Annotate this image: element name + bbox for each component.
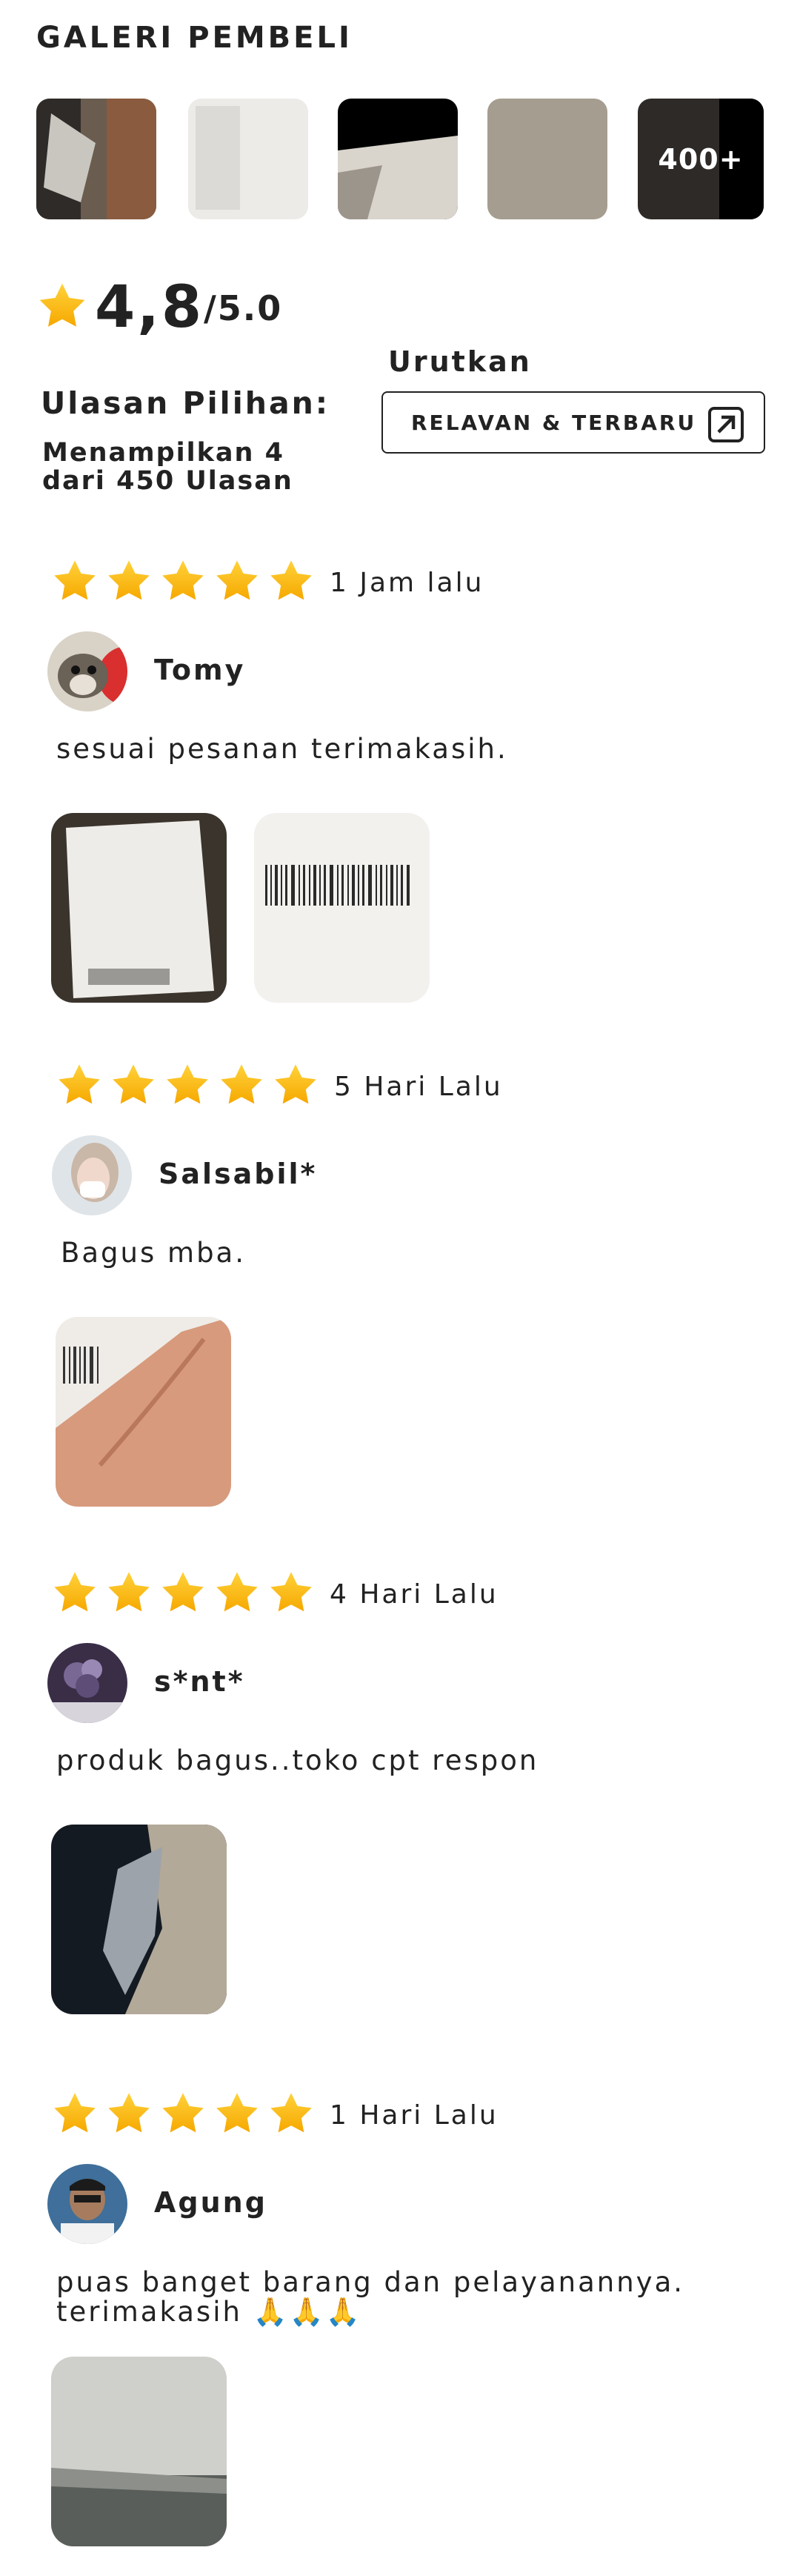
star-icon [267,557,315,605]
review-stars [51,1569,315,1616]
review-stars [51,557,315,605]
buyer-gallery: 400+ [36,99,764,219]
reviewer-name: Tomy [154,654,246,686]
gallery-photo[interactable] [188,99,308,219]
sort-button-label: RELAVAN & TERBARU [411,411,697,435]
review-photo[interactable] [254,813,430,1003]
review-time: 4 Hari Lalu [330,1579,499,1610]
avatar[interactable] [52,1135,132,1215]
star-icon [267,2090,315,2137]
sort-label: Urutkan [388,345,532,378]
star-icon [51,557,99,605]
star-icon [213,2090,261,2137]
gallery-more-label: 400+ [658,142,744,176]
review-time: 1 Hari Lalu [330,2100,499,2131]
avatar[interactable] [47,631,127,711]
gallery-photo[interactable] [487,99,607,219]
average-rating: 4,8 [95,274,204,341]
star-icon [39,283,85,327]
star-icon [272,1061,319,1109]
avatar[interactable] [47,2164,127,2244]
review-text: sesuai pesanan terimakasih. [56,733,508,765]
star-icon [51,2090,99,2137]
star-icon [267,1569,315,1616]
star-icon [51,1569,99,1616]
review-count-text: Menampilkan 4 dari 450 Ulasan [42,438,293,496]
review-time: 1 Jam lalu [330,568,484,598]
gallery-photo[interactable] [36,99,156,219]
gallery-more[interactable]: 400+ [638,99,764,219]
star-icon [110,1061,157,1109]
star-icon [164,1061,211,1109]
reviewer-name: Agung [154,2186,267,2219]
gallery-title: GALERI PEMBELI [36,21,353,55]
sort-button[interactable]: RELAVAN & TERBARU [381,391,765,454]
review-text: puas banget barang dan pelayanannya. ter… [56,2266,685,2328]
star-icon [159,2090,207,2137]
star-icon [105,557,153,605]
review-stars [56,1061,319,1109]
star-icon [159,557,207,605]
star-icon [159,1569,207,1616]
reviewer-name: s*nt* [154,1665,245,1698]
open-external-icon [708,407,744,442]
star-icon [213,557,261,605]
star-icon [105,2090,153,2137]
review-text: Bagus mba. [61,1237,246,1269]
review-stars [51,2090,315,2137]
review-photo[interactable] [51,2357,227,2546]
review-photo[interactable] [51,1825,227,2014]
review-photo[interactable] [51,813,227,1003]
reviewer-name: Salsabil* [159,1158,318,1190]
gallery-photo[interactable] [338,99,458,219]
featured-reviews-heading: Ulasan Pilihan: [41,385,330,421]
review-text: produk bagus..toko cpt respon [56,1745,539,1776]
star-icon [56,1061,103,1109]
star-icon [213,1569,261,1616]
star-icon [218,1061,265,1109]
review-time: 5 Hari Lalu [334,1072,503,1102]
rating-max: /5.0 [204,288,283,328]
star-icon [105,1569,153,1616]
avatar[interactable] [47,1643,127,1723]
review-photo[interactable] [56,1317,231,1507]
